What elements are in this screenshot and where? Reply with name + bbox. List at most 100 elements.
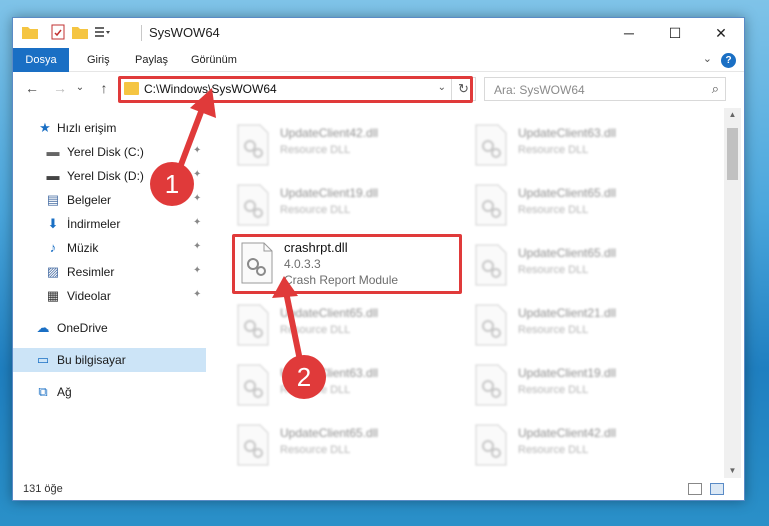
file-name: UpdateClient65.dll [280, 426, 379, 440]
dll-file-icon [237, 364, 269, 406]
sidebar-item-label: Hızlı erişim [57, 121, 117, 135]
file-name: UpdateClient42.dll [280, 126, 379, 140]
drive-icon: ▬ [46, 168, 60, 183]
forward-button[interactable]: → [51, 79, 69, 97]
file-tile[interactable]: UpdateClient42.dll Resource DLL [216, 118, 436, 174]
dll-file-icon [475, 184, 507, 226]
sidebar-item-label: İndirmeler [67, 217, 121, 231]
file-tile[interactable]: UpdateClient63.dll Resource DLL [216, 358, 436, 414]
computer-icon: ▭ [36, 352, 50, 367]
file-name: UpdateClient65.dll [518, 246, 617, 260]
dll-file-icon [237, 184, 269, 226]
tab-giris[interactable]: Giriş [75, 48, 122, 72]
tab-paylas[interactable]: Paylaş [123, 48, 180, 72]
details-view-icon[interactable] [688, 483, 702, 495]
sidebar-item-this-pc[interactable]: ▭ Bu bilgisayar [13, 348, 206, 372]
vertical-scrollbar[interactable]: ▲ ▼ [724, 108, 741, 478]
sidebar-item-music[interactable]: ♪ Müzik ✦ [13, 236, 206, 260]
file-tile[interactable]: UpdateClient42.dll Resource DLL [454, 418, 674, 474]
file-tile[interactable]: UpdateClient19.dll Resource DLL [216, 178, 436, 234]
file-tile[interactable]: UpdateClient65.dll Resource DLL [216, 418, 436, 474]
ribbon-expand-icon[interactable]: ⌄ [703, 52, 712, 65]
dll-file-icon [237, 124, 269, 166]
navigation-bar: ← → ⌄ ↑ C:\Windows\SysWOW64 ⌄ ↻ Ara: Sys… [13, 73, 744, 105]
pin-icon[interactable]: ✦ [193, 241, 201, 252]
sidebar-item-onedrive[interactable]: ☁ OneDrive [13, 316, 206, 340]
file-tile[interactable]: UpdateClient65.dll Resource DLL [454, 238, 674, 294]
pin-icon[interactable]: ✦ [193, 193, 201, 204]
scroll-thumb[interactable] [727, 128, 738, 180]
address-highlight-box [118, 76, 473, 103]
sidebar-item-disk-c[interactable]: ▬ Yerel Disk (C:) ✦ [13, 140, 206, 164]
sidebar-item-videos[interactable]: ▦ Videolar ✦ [13, 284, 206, 308]
pictures-icon: ▨ [46, 264, 60, 279]
dll-file-icon [475, 364, 507, 406]
sidebar-item-label: Ağ [57, 385, 72, 399]
new-folder-icon[interactable] [71, 24, 89, 40]
file-description: Resource DLL [518, 144, 589, 156]
sidebar-item-network[interactable]: ⧉ Ağ [13, 380, 206, 404]
explorer-window: SysWOW64 ─ ☐ ✕ Dosya Giriş Paylaş Görünü… [12, 17, 745, 501]
close-button[interactable]: ✕ [698, 18, 744, 48]
step-1-badge: 1 [150, 162, 194, 206]
file-name: UpdateClient65.dll [280, 306, 379, 320]
file-name: UpdateClient65.dll [518, 186, 617, 200]
properties-icon[interactable] [49, 24, 67, 40]
dll-file-icon [475, 304, 507, 346]
tab-dosya[interactable]: Dosya [13, 48, 69, 72]
file-description: Resource DLL [280, 204, 351, 216]
scroll-down-icon[interactable]: ▼ [724, 464, 741, 478]
pin-icon[interactable]: ✦ [193, 145, 201, 156]
customize-toolbar-icon[interactable] [93, 24, 111, 40]
file-name: UpdateClient63.dll [518, 126, 617, 140]
documents-icon: ▤ [46, 192, 60, 207]
item-count: 131 öğe [23, 483, 63, 495]
sidebar-item-pictures[interactable]: ▨ Resimler ✦ [13, 260, 206, 284]
file-highlight-box [232, 234, 462, 294]
tiles-view-icon[interactable] [710, 483, 724, 495]
pin-icon[interactable]: ✦ [193, 217, 201, 228]
window-title: SysWOW64 [149, 25, 220, 40]
dll-file-icon [475, 244, 507, 286]
file-description: Resource DLL [518, 444, 589, 456]
sidebar-item-label: Bu bilgisayar [57, 353, 126, 367]
pin-icon[interactable]: ✦ [193, 265, 201, 276]
dll-file-icon [475, 124, 507, 166]
scroll-up-icon[interactable]: ▲ [724, 108, 741, 122]
file-tile[interactable]: UpdateClient19.dll Resource DLL [454, 358, 674, 414]
search-input[interactable]: Ara: SysWOW64 ⌕ [484, 77, 726, 101]
sidebar-item-label: Yerel Disk (D:) [67, 169, 144, 183]
sidebar-item-downloads[interactable]: ⬇ İndirmeler ✦ [13, 212, 206, 236]
file-tile[interactable]: UpdateClient65.dll Resource DLL [454, 178, 674, 234]
file-description: Resource DLL [518, 264, 589, 276]
sidebar-item-label: Videolar [67, 289, 111, 303]
maximize-button[interactable]: ☐ [652, 18, 698, 48]
search-icon[interactable]: ⌕ [712, 81, 719, 97]
file-tile[interactable]: UpdateClient63.dll Resource DLL [454, 118, 674, 174]
title-separator [141, 25, 142, 41]
tab-gorunum[interactable]: Görünüm [179, 48, 249, 72]
dll-file-icon [237, 424, 269, 466]
help-icon[interactable]: ? [721, 53, 736, 68]
file-name: UpdateClient42.dll [518, 426, 617, 440]
pin-icon[interactable]: ✦ [193, 169, 201, 180]
file-tile[interactable]: UpdateClient21.dll Resource DLL [454, 298, 674, 354]
videos-icon: ▦ [46, 288, 60, 303]
file-name: UpdateClient19.dll [280, 186, 379, 200]
back-button[interactable]: ← [23, 79, 41, 97]
minimize-button[interactable]: ─ [606, 18, 652, 48]
up-button[interactable]: ↑ [95, 79, 113, 97]
sidebar-item-quick-access[interactable]: ★ Hızlı erişim [13, 116, 206, 140]
file-description: Resource DLL [280, 144, 351, 156]
sidebar-item-label: Belgeler [67, 193, 112, 207]
file-description: Resource DLL [518, 324, 589, 336]
pin-icon[interactable]: ✦ [193, 289, 201, 300]
cloud-icon: ☁ [36, 320, 50, 335]
sidebar-item-label: Müzik [67, 241, 99, 255]
file-description: Resource DLL [518, 384, 589, 396]
file-name: UpdateClient19.dll [518, 366, 617, 380]
file-description: Resource DLL [518, 204, 589, 216]
file-tile[interactable]: UpdateClient65.dll Resource DLL [216, 298, 436, 354]
recent-locations-button[interactable]: ⌄ [71, 79, 89, 97]
file-description: Resource DLL [280, 444, 351, 456]
